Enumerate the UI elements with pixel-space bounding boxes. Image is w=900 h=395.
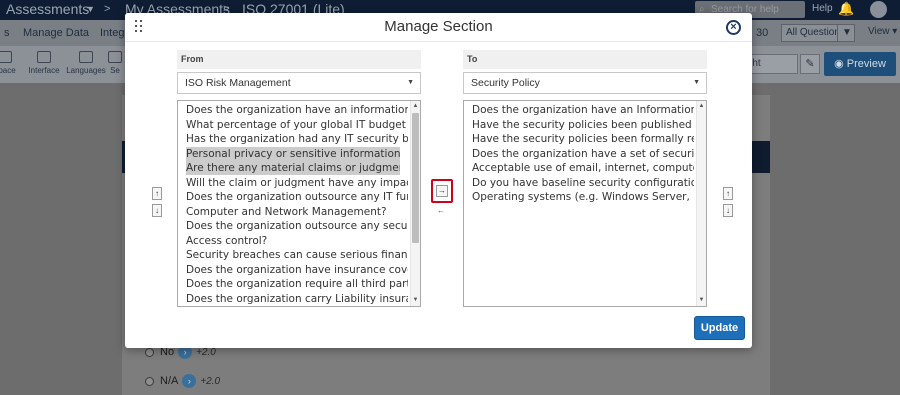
chevron-right-icon[interactable]: › — [182, 374, 197, 388]
question-list-item[interactable]: Has the organization had any IT security… — [186, 132, 408, 146]
arrow-down-icon: ↓ — [726, 206, 730, 215]
close-icon[interactable]: × — [726, 20, 741, 35]
breadcrumb-separator-icon: > — [104, 3, 111, 15]
scrollbar[interactable]: ▲ ▼ — [410, 101, 420, 306]
chevron-down-icon: ▼ — [407, 79, 414, 86]
move-right-button[interactable]: → — [431, 179, 453, 203]
question-list-item[interactable]: Access control? — [186, 234, 408, 248]
preview-button[interactable]: ◉ Preview — [824, 52, 896, 76]
menu-integrations[interactable]: Integr — [100, 27, 128, 39]
from-question-list[interactable]: Does the organization have an informatio… — [177, 100, 421, 307]
question-list-item[interactable]: Does the organization have an informatio… — [186, 103, 408, 117]
radio-button[interactable] — [145, 376, 154, 386]
question-list-item[interactable]: Are there any material claims or judgmen… — [186, 161, 400, 175]
menu-divider: s — [4, 27, 10, 39]
keyboard-icon — [79, 51, 93, 63]
scroll-up-icon[interactable]: ▲ — [411, 102, 420, 111]
from-move-down-button[interactable]: ↓ — [152, 204, 162, 217]
gear-icon — [0, 51, 12, 63]
arrow-left-icon: ← — [437, 206, 445, 215]
to-question-list[interactable]: Does the organization have an Informatio… — [463, 100, 707, 307]
scroll-down-icon[interactable]: ▼ — [697, 296, 706, 305]
tool-settings[interactable]: Se — [104, 51, 126, 75]
to-section-value: Security Policy — [471, 77, 540, 89]
question-list-item[interactable]: Have the security policies been publishe… — [472, 118, 694, 132]
question-list-item[interactable]: Does the organization outsource any IT f… — [186, 190, 408, 204]
page-number: 30 — [756, 27, 769, 39]
scrollbar-thumb[interactable] — [412, 113, 419, 243]
help-link[interactable]: Help — [812, 3, 833, 14]
dialog-header-divider — [125, 41, 752, 42]
menu-manage-data[interactable]: Manage Data — [23, 27, 89, 39]
from-section-select[interactable]: ISO Risk Management ▼ — [177, 72, 421, 94]
from-section-value: ISO Risk Management — [185, 77, 291, 89]
settings-icon — [108, 51, 122, 63]
dialog-title: Manage Section — [384, 18, 493, 35]
chevron-down-icon: ▼ — [693, 79, 700, 86]
from-header: From — [177, 50, 421, 69]
tool-interface[interactable]: Interface — [23, 51, 65, 75]
eye-icon: ◉ — [834, 58, 844, 70]
tool-languages[interactable]: Languages — [65, 51, 107, 75]
arrow-down-icon: ↓ — [155, 206, 159, 215]
question-list-item[interactable]: Does the organization outsource any secu… — [186, 219, 408, 233]
question-list-item[interactable]: Does the organization have an Informatio… — [472, 103, 694, 117]
answer-option[interactable]: N/A › +2.0 — [145, 374, 220, 388]
avatar[interactable] — [870, 1, 887, 18]
update-button[interactable]: Update — [694, 316, 745, 340]
palette-icon — [37, 51, 51, 63]
tool-label: Languages — [66, 66, 106, 75]
question-list-item[interactable]: Does the organization require all third … — [186, 277, 408, 291]
question-list-item[interactable]: Does the organization have insurance cov… — [186, 263, 408, 277]
option-label: N/A — [160, 374, 179, 387]
tool-label: space — [0, 66, 16, 75]
question-list-item[interactable]: Have the security policies been formally… — [472, 132, 694, 146]
question-list-item[interactable]: Operating systems (e.g. Windows Server, … — [472, 190, 694, 204]
question-list-item[interactable]: What percentage of your global IT budget… — [186, 118, 408, 132]
question-list-item[interactable]: Does the organization have a set of secu… — [472, 147, 694, 161]
tool-label: Interface — [28, 66, 60, 75]
scrollbar[interactable]: ▲ ▼ — [696, 101, 706, 306]
question-list-item[interactable]: Will the claim or judgment have any impa… — [186, 176, 408, 190]
bell-icon[interactable]: 🔔 — [838, 1, 854, 17]
tool-label: Se — [110, 66, 120, 75]
question-list-item[interactable]: Security breaches can cause serious fina… — [186, 248, 408, 262]
scroll-up-icon[interactable]: ▲ — [697, 102, 706, 111]
pencil-icon[interactable]: ✎ — [800, 54, 820, 74]
arrow-up-icon: ↑ — [155, 189, 159, 198]
scroll-down-icon[interactable]: ▼ — [411, 296, 420, 305]
view-menu[interactable]: View ▾ — [868, 26, 897, 37]
manage-section-dialog: Manage Section × From ISO Risk Managemen… — [125, 13, 752, 348]
chevron-down-icon[interactable]: ▼ — [86, 0, 95, 18]
preview-label: Preview — [846, 58, 886, 70]
to-move-up-button[interactable]: ↑ — [723, 187, 733, 200]
question-list-item[interactable]: Acceptable use of email, internet, compu… — [472, 161, 694, 175]
radio-button[interactable] — [145, 347, 154, 357]
arrow-right-icon: → — [436, 185, 448, 197]
chevron-down-icon[interactable]: ▼ — [837, 24, 855, 42]
option-score: +2.0 — [196, 346, 216, 358]
option-score: +2.0 — [200, 375, 221, 387]
to-header: To — [463, 50, 707, 69]
view-label: View — [868, 26, 890, 37]
question-list-item[interactable]: Personal privacy or sensitive informatio… — [186, 146, 400, 161]
question-list-item[interactable]: Computer and Network Management? — [186, 205, 408, 219]
from-move-up-button[interactable]: ↑ — [152, 187, 162, 200]
move-left-button[interactable]: ← — [436, 205, 446, 217]
to-section-select[interactable]: Security Policy ▼ — [463, 72, 707, 94]
app-title[interactable]: Assessments — [6, 0, 89, 18]
question-list-item[interactable]: Does the organization carry Liability in… — [186, 292, 408, 306]
question-list-item[interactable]: Do you have baseline security configurat… — [472, 176, 694, 190]
arrow-up-icon: ↑ — [726, 189, 730, 198]
to-move-down-button[interactable]: ↓ — [723, 204, 733, 217]
